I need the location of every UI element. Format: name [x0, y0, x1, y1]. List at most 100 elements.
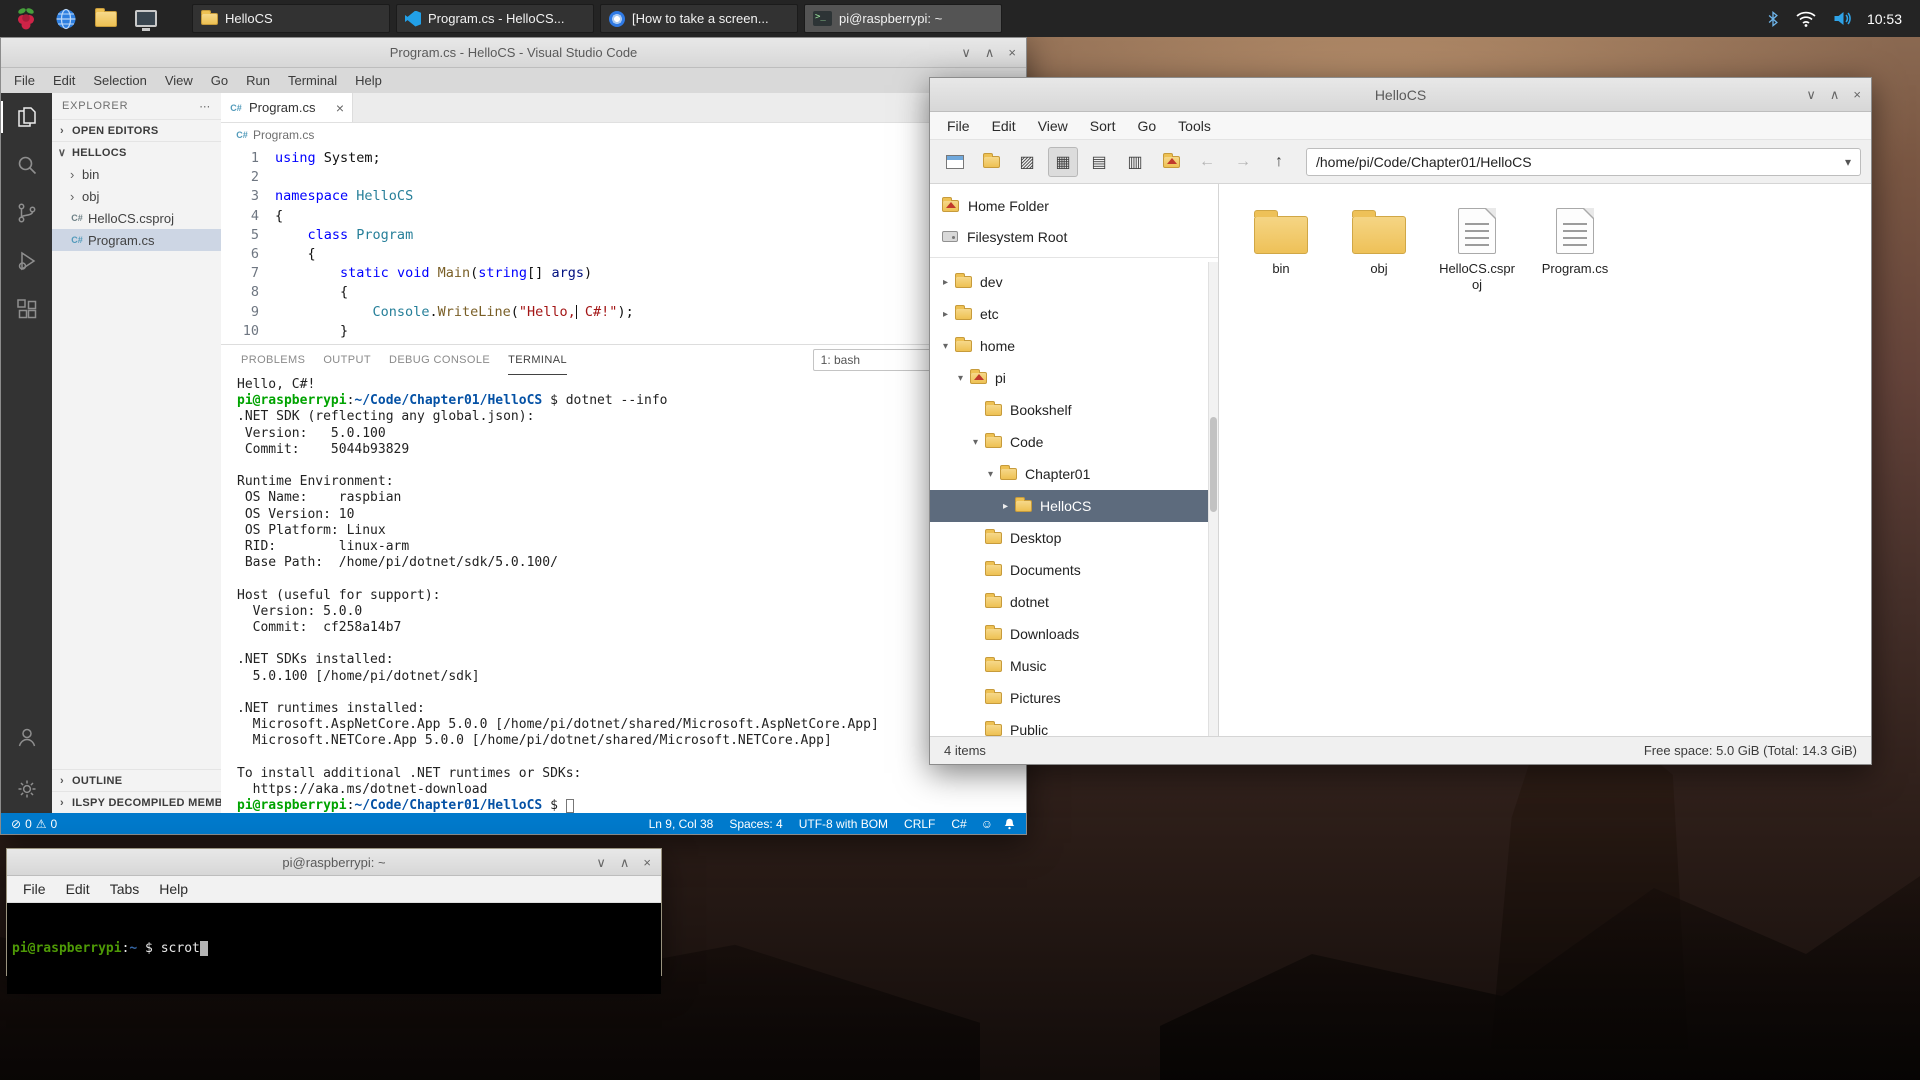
explorer-item-bin[interactable]: ›bin: [52, 163, 221, 185]
thumbnail-view-button[interactable]: ▨: [1012, 147, 1042, 177]
explorer-item-program-cs[interactable]: C#Program.cs: [52, 229, 221, 251]
detailed-view-button[interactable]: ▤: [1084, 147, 1114, 177]
place-home-folder[interactable]: Home Folder: [930, 190, 1218, 221]
terminal-launcher[interactable]: [130, 3, 162, 35]
close-button[interactable]: ×: [1008, 46, 1016, 59]
panel-tab-terminal[interactable]: TERMINAL: [508, 345, 567, 375]
run-debug-activity-button[interactable]: [1, 237, 52, 285]
back-button[interactable]: ←: [1192, 147, 1222, 177]
tab-program-cs[interactable]: C# Program.cs ×: [221, 93, 353, 122]
maximize-button[interactable]: ∧: [620, 856, 630, 869]
problems-status[interactable]: ⊘ 0 ⚠ 0: [11, 817, 57, 831]
clock[interactable]: 10:53: [1867, 11, 1902, 27]
maximize-button[interactable]: ∧: [985, 46, 995, 59]
terminal-menu-edit[interactable]: Edit: [56, 881, 100, 897]
place-filesystem-root[interactable]: Filesystem Root: [930, 221, 1218, 252]
path-bar[interactable]: /home/pi/Code/Chapter01/HelloCS ▾: [1306, 148, 1861, 176]
file-item-program-cs[interactable]: Program.cs: [1527, 202, 1623, 299]
applications-menu-button[interactable]: [10, 3, 42, 35]
settings-button[interactable]: [1, 765, 52, 813]
panel-tab-debug-console[interactable]: DEBUG CONSOLE: [389, 345, 490, 375]
fm-tree-item-pictures[interactable]: Pictures: [930, 682, 1218, 714]
file-item-hellocs-csproj[interactable]: HelloCS.csproj: [1429, 202, 1525, 299]
ilspy-section[interactable]: › ILSPY DECOMPILED MEMB...: [52, 791, 221, 813]
new-folder-button[interactable]: [976, 147, 1006, 177]
vscode-menu-selection[interactable]: Selection: [84, 73, 155, 88]
fm-tree-item-pi[interactable]: ▾pi: [930, 362, 1218, 394]
taskbar-window-hellocs[interactable]: HelloCS: [192, 4, 390, 33]
outline-section[interactable]: › OUTLINE: [52, 769, 221, 791]
fm-tree-item-chapter01[interactable]: ▾Chapter01: [930, 458, 1218, 490]
fm-tree-item-public[interactable]: Public: [930, 714, 1218, 736]
project-section[interactable]: ∨ HELLOCS: [52, 141, 221, 163]
vscode-menu-terminal[interactable]: Terminal: [279, 73, 346, 88]
home-button[interactable]: [1156, 147, 1186, 177]
vscode-menu-view[interactable]: View: [156, 73, 202, 88]
shade-button[interactable]: ∨: [596, 856, 606, 869]
forward-button[interactable]: →: [1228, 147, 1258, 177]
status-item-spaces-4[interactable]: Spaces: 4: [729, 817, 782, 831]
compact-view-button[interactable]: ▥: [1120, 147, 1150, 177]
fm-tree-scrollbar[interactable]: [1208, 262, 1218, 736]
fm-titlebar[interactable]: HelloCS ∨ ∧ ×: [930, 78, 1871, 112]
fm-tree-item-hellocs[interactable]: ▸HelloCS: [930, 490, 1218, 522]
fm-menu-tools[interactable]: Tools: [1167, 118, 1222, 134]
fm-tree-item-music[interactable]: Music: [930, 650, 1218, 682]
vscode-menu-file[interactable]: File: [5, 73, 44, 88]
account-button[interactable]: [1, 713, 52, 761]
scrollbar-thumb[interactable]: [1210, 417, 1217, 512]
fm-tree-item-documents[interactable]: Documents: [930, 554, 1218, 586]
vscode-menu-edit[interactable]: Edit: [44, 73, 84, 88]
fm-tree-item-etc[interactable]: ▸etc: [930, 298, 1218, 330]
fm-menu-edit[interactable]: Edit: [981, 118, 1027, 134]
terminal-titlebar[interactable]: pi@raspberrypi: ~ ∨ ∧ ×: [7, 849, 661, 876]
code-editor[interactable]: 1using System;23namespace HelloCS4{5 cla…: [221, 147, 1026, 344]
icon-view-button[interactable]: ▦: [1048, 147, 1078, 177]
vscode-menu-go[interactable]: Go: [202, 73, 237, 88]
feedback-icon[interactable]: ☺: [981, 817, 993, 831]
file-item-bin[interactable]: bin: [1233, 202, 1329, 299]
maximize-button[interactable]: ∧: [1830, 88, 1840, 101]
source-control-activity-button[interactable]: [1, 189, 52, 237]
new-tab-button[interactable]: [940, 147, 970, 177]
more-actions-icon[interactable]: ⋯: [199, 100, 211, 113]
fm-tree-item-dotnet[interactable]: dotnet: [930, 586, 1218, 618]
search-activity-button[interactable]: [1, 141, 52, 189]
explorer-item-hellocs-csproj[interactable]: C#HelloCS.csproj: [52, 207, 221, 229]
fm-file-grid[interactable]: binobjHelloCS.csprojProgram.cs: [1219, 184, 1871, 736]
fm-menu-sort[interactable]: Sort: [1079, 118, 1127, 134]
explorer-activity-button[interactable]: [1, 93, 52, 141]
fm-menu-go[interactable]: Go: [1126, 118, 1167, 134]
volume-icon[interactable]: [1832, 9, 1853, 28]
notifications-bell-icon[interactable]: [1003, 817, 1016, 831]
status-item-utf-8-with-bom[interactable]: UTF-8 with BOM: [799, 817, 888, 831]
terminal-menu-tabs[interactable]: Tabs: [100, 881, 150, 897]
taskbar-window-pi-raspberrypi[interactable]: pi@raspberrypi: ~: [804, 4, 1002, 33]
fm-tree-item-code[interactable]: ▾Code: [930, 426, 1218, 458]
terminal-content[interactable]: pi@raspberrypi:~ $ scrot: [7, 903, 661, 994]
file-item-obj[interactable]: obj: [1331, 202, 1427, 299]
wifi-icon[interactable]: [1794, 9, 1818, 28]
extensions-activity-button[interactable]: [1, 285, 52, 333]
terminal-menu-help[interactable]: Help: [149, 881, 198, 897]
vscode-menu-run[interactable]: Run: [237, 73, 279, 88]
close-tab-icon[interactable]: ×: [336, 100, 344, 116]
vscode-menu-help[interactable]: Help: [346, 73, 391, 88]
panel-tab-problems[interactable]: PROBLEMS: [241, 345, 305, 375]
shade-button[interactable]: ∨: [961, 46, 971, 59]
fm-tree-item-bookshelf[interactable]: Bookshelf: [930, 394, 1218, 426]
fm-tree-item-downloads[interactable]: Downloads: [930, 618, 1218, 650]
integrated-terminal[interactable]: Hello, C#!pi@raspberrypi:~/Code/Chapter0…: [221, 375, 1026, 813]
fm-menu-view[interactable]: View: [1027, 118, 1079, 134]
web-browser-launcher[interactable]: [50, 3, 82, 35]
breadcrumb[interactable]: C# Program.cs: [221, 123, 1026, 147]
fm-tree-item-desktop[interactable]: Desktop: [930, 522, 1218, 554]
fm-tree-item-dev[interactable]: ▸dev: [930, 266, 1218, 298]
taskbar-window-how-to-take-a-screen[interactable]: [How to take a screen...: [600, 4, 798, 33]
shade-button[interactable]: ∨: [1806, 88, 1816, 101]
close-button[interactable]: ×: [1853, 88, 1861, 101]
fm-menu-file[interactable]: File: [936, 118, 981, 134]
close-button[interactable]: ×: [643, 856, 651, 869]
fm-tree-item-home[interactable]: ▾home: [930, 330, 1218, 362]
panel-tab-output[interactable]: OUTPUT: [323, 345, 371, 375]
